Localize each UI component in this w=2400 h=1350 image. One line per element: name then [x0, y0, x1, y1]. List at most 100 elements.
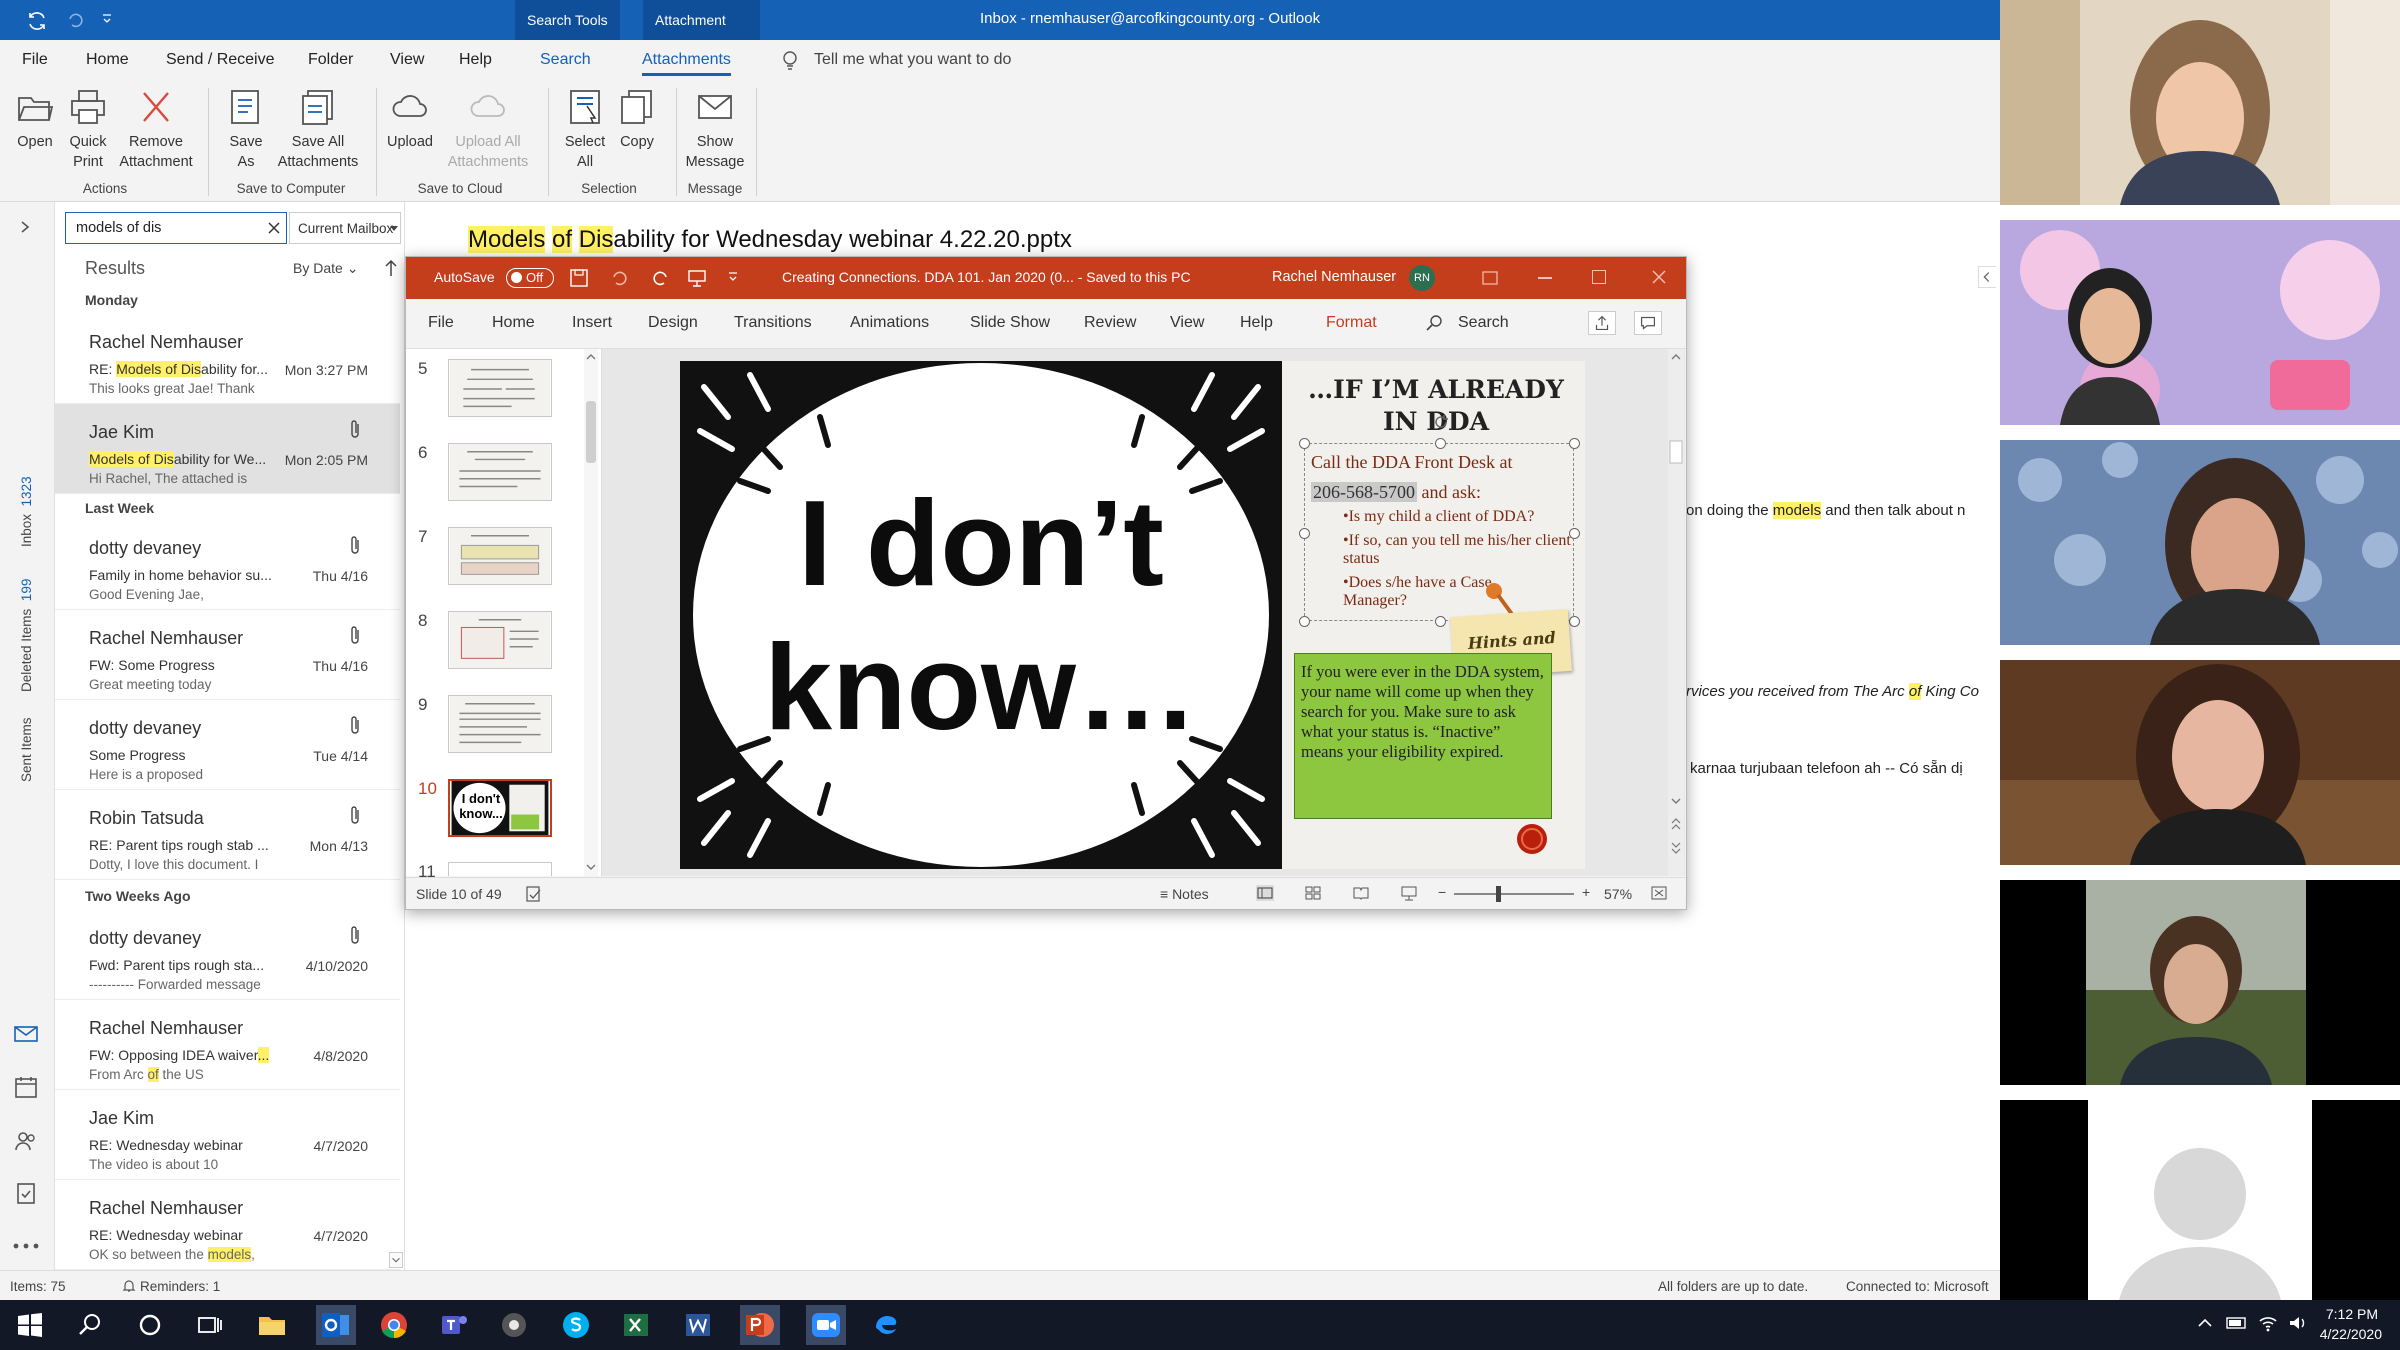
media-player-icon[interactable] — [498, 1309, 530, 1341]
maximize-icon[interactable] — [1592, 270, 1606, 284]
rotate-handle-icon[interactable] — [1433, 414, 1449, 430]
ppt-tab-file[interactable]: File — [428, 314, 454, 332]
group-header-last-week[interactable]: Last Week — [55, 494, 400, 522]
minimize-icon[interactable] — [1538, 277, 1552, 279]
excel-icon[interactable] — [620, 1309, 652, 1341]
chrome-icon[interactable] — [378, 1309, 410, 1341]
avatar[interactable]: RN — [1409, 265, 1435, 291]
group-header-monday[interactable]: Monday — [55, 286, 400, 314]
collapse-pane-icon[interactable] — [1978, 266, 1996, 288]
slide-thumbnail[interactable] — [448, 443, 552, 501]
tab-home[interactable]: Home — [86, 51, 129, 69]
notes-button[interactable]: ≡ Notes — [1160, 886, 1209, 902]
present-icon[interactable] — [688, 269, 706, 287]
edge-icon[interactable] — [870, 1309, 902, 1341]
tell-me-input[interactable]: Tell me what you want to do — [814, 51, 1011, 69]
list-item[interactable]: Robin Tatsuda RE: Parent tips rough stab… — [55, 790, 400, 880]
slide-thumbnail[interactable] — [448, 695, 552, 753]
sort-by-date-dropdown[interactable]: By Date ⌄ — [293, 260, 358, 277]
list-item[interactable]: dotty devaney Family in home behavior su… — [55, 520, 400, 610]
list-item[interactable]: dotty devaney Some Progress Tue 4/14 Her… — [55, 700, 400, 790]
participant-video-3[interactable] — [2000, 440, 2400, 645]
ribbon-display-icon[interactable] — [1482, 271, 1498, 285]
participant-video-1[interactable] — [2000, 0, 2400, 205]
tab-attachments[interactable]: Attachments — [642, 51, 731, 76]
quick-access-dropdown-icon[interactable] — [102, 13, 112, 25]
share-icon[interactable] — [1588, 311, 1616, 335]
copy-button[interactable]: Copy — [612, 88, 662, 152]
list-item[interactable]: Rachel Nemhauser RE: Wednesday webinar 4… — [55, 1180, 400, 1270]
selection-handle[interactable] — [1299, 528, 1310, 539]
green-info-box[interactable]: If you were ever in the DDA system, your… — [1294, 653, 1552, 819]
tab-help[interactable]: Help — [459, 51, 492, 69]
select-all-button[interactable]: Select All — [560, 88, 610, 172]
list-item[interactable]: dotty devaney Fwd: Parent tips rough sta… — [55, 910, 400, 1000]
volume-icon[interactable] — [2288, 1314, 2308, 1332]
ppt-tab-format[interactable]: Format — [1326, 314, 1377, 332]
selection-handle[interactable] — [1569, 438, 1580, 449]
ppt-tab-animations[interactable]: Animations — [850, 314, 929, 332]
teams-icon[interactable] — [438, 1309, 470, 1341]
selection-handle[interactable] — [1569, 528, 1580, 539]
reminders-count[interactable]: Reminders: 1 — [140, 1279, 220, 1294]
slide-thumbnail[interactable] — [448, 527, 552, 585]
attachment-filename[interactable]: Models of Disability for Wednesday webin… — [468, 226, 1072, 254]
undo-icon[interactable] — [610, 269, 628, 287]
search-scope-dropdown[interactable]: Current Mailbox — [289, 212, 401, 244]
customize-quick-access-icon[interactable] — [728, 271, 738, 283]
ppt-tab-transitions[interactable]: Transitions — [734, 314, 812, 332]
cortana-icon[interactable] — [134, 1309, 166, 1341]
slide-heading-line-1[interactable]: …IF I’M ALREADY — [1298, 375, 1574, 404]
search-icon[interactable] — [74, 1309, 106, 1341]
spellcheck-icon[interactable] — [526, 886, 542, 902]
tab-file[interactable]: File — [22, 51, 48, 69]
list-item[interactable]: Jae Kim RE: Wednesday webinar 4/7/2020 T… — [55, 1090, 400, 1180]
ppt-tab-insert[interactable]: Insert — [572, 314, 612, 332]
slide-thumbnail[interactable] — [448, 611, 552, 669]
list-item[interactable]: Rachel Nemhauser FW: Opposing IDEA waive… — [55, 1000, 400, 1090]
participant-video-5[interactable] — [2000, 880, 2400, 1085]
file-explorer-icon[interactable] — [256, 1309, 288, 1341]
nav-inbox[interactable]: Inbox 1323 — [19, 476, 34, 547]
list-item[interactable]: Rachel Nemhauser FW: Some Progress Thu 4… — [55, 610, 400, 700]
nav-deleted-items[interactable]: Deleted Items 199 — [19, 579, 34, 692]
skype-icon[interactable] — [560, 1309, 592, 1341]
tasks-icon[interactable] — [14, 1182, 38, 1204]
comments-icon[interactable] — [1634, 311, 1662, 335]
wifi-icon[interactable] — [2258, 1314, 2278, 1332]
zoom-slider-thumb[interactable] — [1496, 886, 1501, 902]
upload-all-button[interactable]: Upload All Attachments — [446, 88, 530, 172]
redo-icon[interactable] — [652, 269, 670, 287]
sync-icon[interactable] — [26, 10, 48, 32]
ppt-tab-help[interactable]: Help — [1240, 314, 1273, 332]
sort-direction-icon[interactable] — [385, 259, 397, 277]
calendar-icon[interactable] — [14, 1076, 38, 1098]
list-item-selected[interactable]: Jae Kim Models of Disability for We... M… — [55, 404, 400, 494]
participant-video-6[interactable] — [2000, 1100, 2400, 1305]
slide-scrollbar[interactable] — [1668, 349, 1684, 876]
tab-folder[interactable]: Folder — [308, 51, 353, 69]
list-item[interactable]: Rachel Nemhauser RE: Models of Disabilit… — [55, 314, 400, 404]
ppt-tab-view[interactable]: View — [1170, 314, 1204, 332]
ppt-tab-slide-show[interactable]: Slide Show — [970, 314, 1050, 332]
search-input[interactable]: models of dis — [76, 220, 161, 236]
slide-big-text-line-2[interactable]: know… — [680, 617, 1282, 757]
zoom-slider[interactable] — [1454, 886, 1574, 902]
reading-view-icon[interactable] — [1352, 885, 1370, 901]
outlook-taskbar-icon[interactable] — [316, 1305, 356, 1345]
clock-date[interactable]: 4/22/2020 — [2308, 1326, 2382, 1342]
powerpoint-taskbar-icon[interactable] — [740, 1305, 780, 1345]
thumbnail-scrollbar[interactable] — [584, 349, 598, 876]
normal-view-icon[interactable] — [1256, 885, 1274, 901]
nav-sent-items[interactable]: Sent Items — [19, 717, 34, 782]
slide-thumbnail[interactable] — [448, 862, 552, 876]
participant-video-2[interactable] — [2000, 220, 2400, 425]
zoom-level[interactable]: 57% — [1604, 886, 1632, 902]
zoom-out-button[interactable]: − — [1438, 884, 1446, 900]
clear-search-icon[interactable] — [268, 222, 280, 234]
selection-handle[interactable] — [1299, 438, 1310, 449]
selection-handle[interactable] — [1435, 438, 1446, 449]
slide-10[interactable]: I don’t know… …IF I’M ALREADY IN DDA Cal… — [680, 361, 1585, 869]
open-button[interactable]: Open — [12, 88, 58, 152]
windows-start-icon[interactable] — [14, 1309, 46, 1341]
